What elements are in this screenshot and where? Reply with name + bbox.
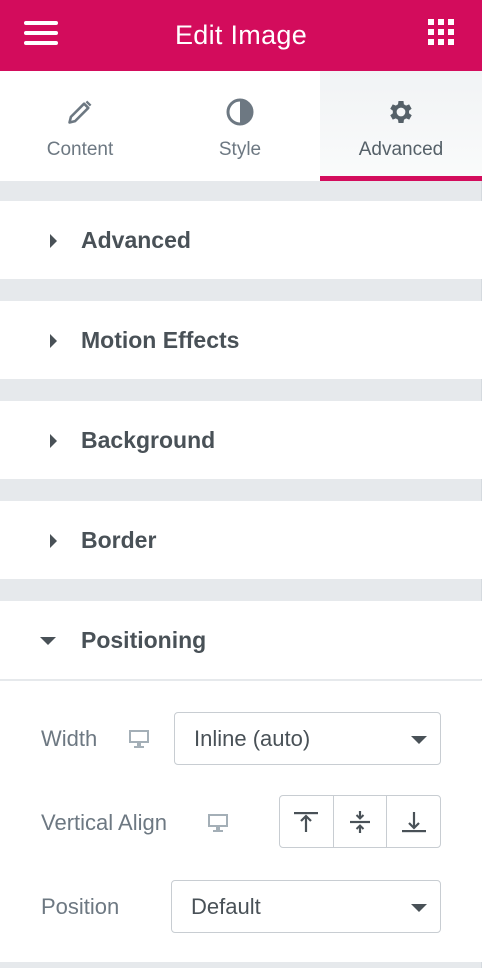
width-label: Width <box>41 726 98 751</box>
align-top-button[interactable] <box>280 796 333 847</box>
panel-title: Edit Image <box>174 20 308 50</box>
desktop-monitor-icon[interactable] <box>207 813 229 833</box>
caret-right-icon <box>50 534 57 548</box>
caret-right-icon <box>50 234 57 248</box>
hamburger-menu-icon[interactable] <box>24 20 58 46</box>
vertical-align-label: Vertical Align <box>41 810 167 835</box>
position-label: Position <box>41 894 120 919</box>
tab-style[interactable]: Style <box>160 71 320 181</box>
section-positioning[interactable]: Positioning <box>0 601 482 679</box>
section-motion-effects[interactable]: Motion Effects <box>0 301 482 379</box>
tab-advanced[interactable]: Advanced <box>320 71 482 181</box>
active-tab-indicator <box>320 176 482 181</box>
section-background[interactable]: Background <box>0 401 482 479</box>
align-middle-button[interactable] <box>332 796 387 847</box>
chevron-down-icon <box>411 904 427 912</box>
align-middle-icon <box>350 810 370 833</box>
tab-style-label: Style <box>218 139 262 160</box>
section-advanced[interactable]: Advanced <box>0 201 482 279</box>
align-bottom-button[interactable] <box>386 796 440 847</box>
align-top-icon <box>294 811 319 832</box>
tab-content-label: Content <box>46 139 114 160</box>
width-select-value: Inline (auto) <box>194 725 311 751</box>
section-positioning-label: Positioning <box>81 626 207 653</box>
width-select[interactable]: Inline (auto) <box>174 712 441 765</box>
tab-advanced-label: Advanced <box>358 139 444 160</box>
grid-apps-icon[interactable] <box>428 19 454 45</box>
position-select[interactable]: Default <box>171 880 441 933</box>
section-border[interactable]: Border <box>0 501 482 579</box>
caret-down-icon <box>40 637 56 645</box>
section-border-label: Border <box>81 526 157 553</box>
vertical-align-buttons <box>279 795 441 848</box>
desktop-monitor-icon[interactable] <box>128 729 150 749</box>
section-background-label: Background <box>81 426 216 453</box>
align-bottom-icon <box>401 811 426 832</box>
caret-right-icon <box>50 334 57 348</box>
section-motion-effects-label: Motion Effects <box>81 326 240 353</box>
gear-icon <box>386 97 416 127</box>
tab-content[interactable]: Content <box>0 71 160 181</box>
editor-panel: Edit Image Content Style Advanced Advanc… <box>0 0 482 968</box>
panel-header: Edit Image <box>0 0 482 71</box>
pencil-icon <box>66 97 94 127</box>
caret-right-icon <box>50 434 57 448</box>
editor-tabs: Content Style Advanced <box>0 71 482 181</box>
position-select-value: Default <box>191 893 261 919</box>
half-circle-contrast-icon <box>225 97 255 127</box>
section-advanced-label: Advanced <box>81 226 191 253</box>
chevron-down-icon <box>411 736 427 744</box>
